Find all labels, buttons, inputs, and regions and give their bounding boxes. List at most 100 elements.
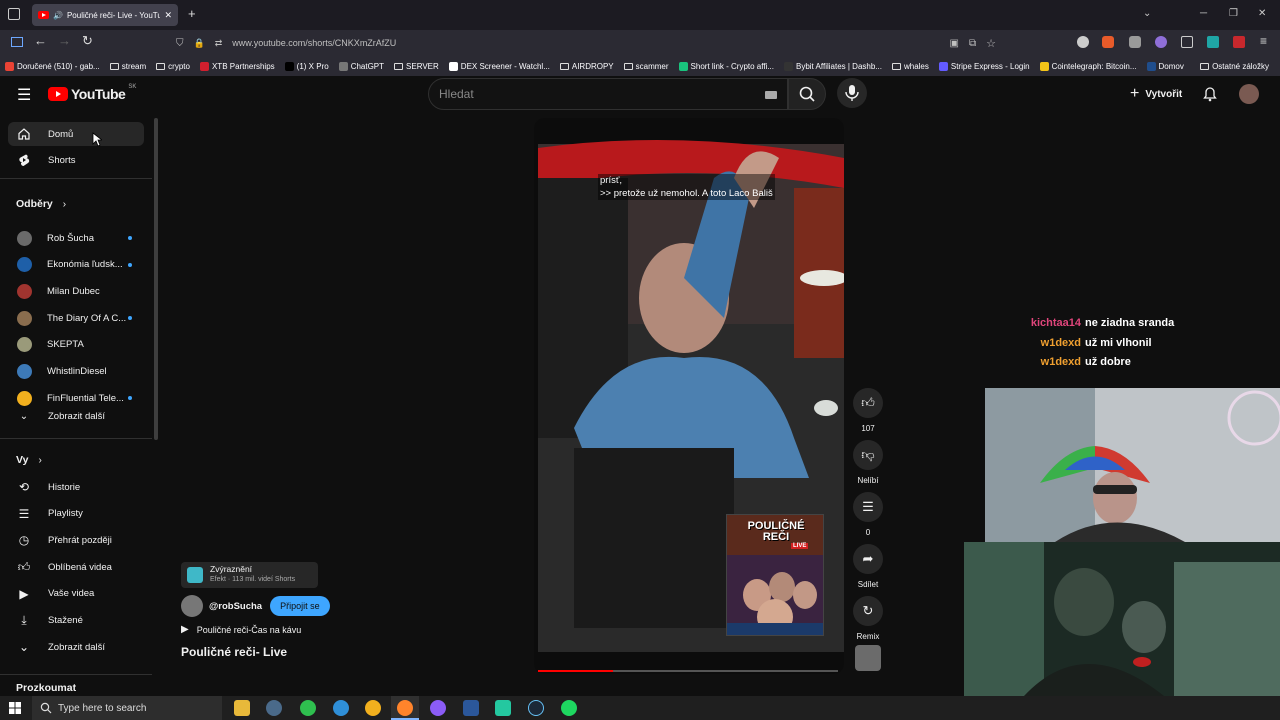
bookmark-item[interactable]: SERVER [389,62,444,71]
effect-chip[interactable]: Zvýraznění Efekt · 113 mil. videí Shorts [181,562,318,588]
dislike-button[interactable]: 👎︎ Nelíbí [853,440,883,485]
extension-icon-4[interactable] [1233,36,1245,48]
back-icon[interactable]: ← [34,33,47,48]
bookmark-item[interactable]: whales [887,62,934,71]
sidebar-item-your-videos[interactable]: ▶ Vaše videa [8,582,144,606]
bookmark-item[interactable]: Doručené (510) - gab... [0,61,105,71]
sidebar-item-playlist[interactable]: ☰ Playlisty [8,502,144,526]
youtube-logo[interactable]: YouTube SK [48,84,136,102]
sidebar-item-channel[interactable]: Rob Šucha [8,226,144,250]
new-tab-icon[interactable]: + [188,6,196,21]
bookmark-item[interactable]: Domov [1142,61,1189,71]
short-video-player[interactable]: prísť, >> pretože už nemohol. A toto Lac… [534,118,844,674]
extension-metamask-icon[interactable] [1102,36,1114,48]
tab-list-icon[interactable] [8,8,20,20]
sidebar-scrollbar[interactable] [154,118,158,440]
menu-icon[interactable]: ≡ [1260,34,1267,48]
playlist-link[interactable]: ▶ Pouličné reči-Čas na kávu [181,624,301,635]
sidebar-item-download[interactable]: ⤓ Stažené [8,609,144,633]
file-explorer-icon[interactable] [234,700,250,716]
folder-icon [109,62,119,70]
share-button[interactable]: ➦ Sdílet [853,544,883,589]
extension-icon-2[interactable] [1155,36,1167,48]
search-button[interactable] [788,78,826,110]
permissions-icon[interactable]: ⇄ [215,38,223,49]
speaker-icon[interactable]: 🔊 [53,11,63,20]
you-header[interactable]: Vy › [16,454,42,466]
audio-thumbnail[interactable] [855,645,881,671]
messenger-icon[interactable] [430,700,446,716]
bookmark-item[interactable]: Stripe Express - Login [934,61,1035,71]
spotify-icon[interactable] [561,700,577,716]
subscriptions-header[interactable]: Odběry › [16,198,66,210]
minimize-icon[interactable]: ─ [1200,8,1207,19]
sidebar-item-history[interactable]: ⟲ Historie [8,475,144,499]
show-more-subscriptions[interactable]: ⌄ Zobrazit další [8,404,144,428]
restore-icon[interactable]: ❐ [1229,8,1238,19]
tracking-shield-icon[interactable]: ⛉ [176,38,184,49]
search-input[interactable]: Hledat [428,78,788,110]
chrome-icon[interactable] [365,700,381,716]
notifications-bell-icon[interactable] [1202,86,1218,102]
lock-icon[interactable]: 🔒 [194,38,205,49]
channel-name[interactable]: @robSucha [209,601,262,612]
sidebar-item-like[interactable]: 👍︎ Oblíbená videa [8,555,144,579]
comments-button[interactable]: ☰ 0 [853,492,883,537]
windows-start-icon[interactable] [9,702,21,714]
channel-avatar[interactable] [181,595,203,617]
steam-icon[interactable] [528,700,544,716]
bookmark-item[interactable]: Bybit Affiliates | Dashb... [779,61,887,71]
sidebar-item-chevron-down[interactable]: ⌄ Zobrazit další [8,635,144,659]
effect-label: Zvýraznění [210,564,253,574]
browser-tab[interactable]: 🔊 Pouličné reči- Live - YouTub ✕ [32,4,178,26]
extensions-puzzle-icon[interactable] [1181,36,1193,48]
account-icon[interactable] [1077,36,1089,48]
bookmark-item[interactable]: AIRDROPY [555,62,619,71]
whatsapp-icon[interactable] [300,700,316,716]
like-button[interactable]: 👍︎ 107 [853,388,883,433]
bookmark-item[interactable]: Cointelegraph: Bitcoin... [1035,61,1142,71]
taskbar-search-input[interactable]: Type here to search [32,696,222,720]
reader-view-icon[interactable]: ▣ [950,38,959,49]
reload-icon[interactable]: ↻ [82,33,93,49]
hamburger-menu-icon[interactable]: ☰ [17,85,31,105]
avatar[interactable] [1239,84,1259,104]
create-button[interactable]: + Vytvořit [1130,85,1182,103]
app-icon-2[interactable] [495,700,511,716]
bookmark-item[interactable]: (1) X Pro [280,61,334,71]
screenshot-icon[interactable]: ⧉ [969,38,976,49]
word-icon[interactable] [463,700,479,716]
other-bookmarks[interactable]: Ostatné záložky [1195,62,1274,71]
extension-icon-3[interactable] [1207,36,1219,48]
extension-icon[interactable] [1129,36,1141,48]
sidebar-item-shorts[interactable]: Shorts [8,148,144,172]
close-window-icon[interactable]: ✕ [1258,8,1266,19]
sidebar-item-watch-later[interactable]: ◷ Přehrát později [8,528,144,552]
forward-icon[interactable]: → [58,33,71,48]
sidebar-item-channel[interactable]: Ekonómia ľudsk... [8,253,144,277]
join-button[interactable]: Připojit se [270,596,330,616]
url-bar[interactable]: ⛉ 🔒 ⇄ www.youtube.com/shorts/CNKXmZrAfZU… [176,33,996,53]
progress-bar[interactable] [538,670,838,672]
bookmark-item[interactable]: crypto [151,62,195,71]
bookmark-item[interactable]: stream [105,62,151,71]
bookmark-item[interactable]: XTB Partnerships [195,61,280,71]
new-content-dot [128,236,132,240]
bookmark-item[interactable]: Short link - Crypto affi... [674,61,779,71]
close-tab-icon[interactable]: ✕ [164,10,172,21]
sidebar-item-home[interactable]: Domů [8,122,144,146]
sidebar-toggle-icon[interactable] [11,37,23,47]
app-icon[interactable] [266,700,282,716]
voice-search-button[interactable] [837,78,867,108]
bookmark-item[interactable]: ChatGPT [334,61,389,71]
bookmark-item[interactable]: DEX Screener - Watchl... [444,61,555,71]
bookmark-item[interactable]: scammer [619,62,674,71]
telegram-icon[interactable] [333,700,349,716]
remix-button[interactable]: ↻ Remix [853,596,883,641]
folder-icon [891,62,901,70]
tab-overflow-chevron-icon[interactable]: ⌄ [1143,8,1151,19]
sidebar-item-channel[interactable]: Milan Dubec [8,279,144,303]
bookmark-star-icon[interactable]: ☆ [986,37,996,50]
keyboard-icon[interactable] [765,91,777,99]
url-text[interactable]: www.youtube.com/shorts/CNKXmZrAfZU [232,38,396,48]
